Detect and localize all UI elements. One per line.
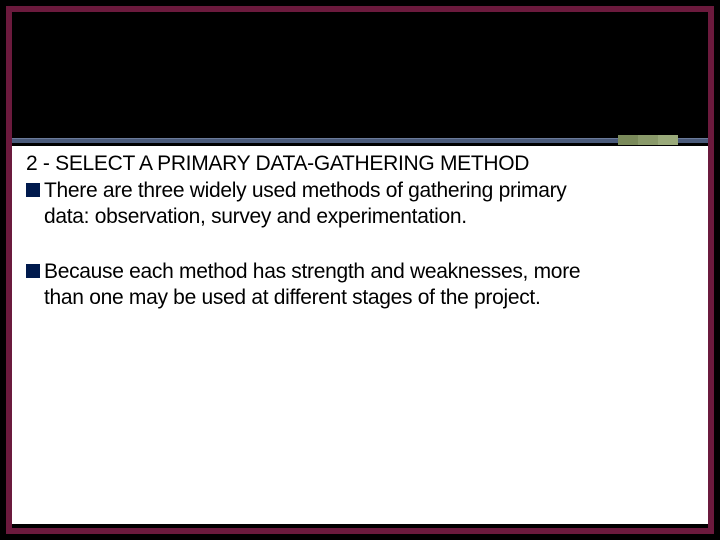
slide-heading: 2 - SELECT A PRIMARY DATA-GATHERING METH… bbox=[26, 152, 694, 176]
bullet-square-icon bbox=[26, 264, 40, 278]
bar-accent bbox=[618, 135, 678, 145]
separator-bar bbox=[12, 138, 708, 146]
header-space bbox=[12, 12, 708, 138]
accent-segment bbox=[618, 135, 638, 145]
bullet-square-icon bbox=[26, 183, 40, 197]
bullet-text: Because each method has strength and wea… bbox=[44, 259, 580, 285]
bullet-item: Because each method has strength and wea… bbox=[26, 259, 694, 312]
accent-segment bbox=[638, 135, 658, 145]
bullet-text: There are three widely used methods of g… bbox=[44, 178, 566, 204]
slide-inner: 2 - SELECT A PRIMARY DATA-GATHERING METH… bbox=[12, 12, 708, 528]
bullet-continuation: data: observation, survey and experiment… bbox=[44, 204, 694, 230]
bullet-continuation: than one may be used at different stages… bbox=[44, 285, 694, 311]
bar-line bbox=[12, 138, 708, 143]
accent-segment bbox=[658, 135, 678, 145]
content-area: 2 - SELECT A PRIMARY DATA-GATHERING METH… bbox=[12, 146, 708, 524]
bullet-item: There are three widely used methods of g… bbox=[26, 178, 694, 231]
slide-outer-frame: 2 - SELECT A PRIMARY DATA-GATHERING METH… bbox=[0, 0, 720, 540]
slide-border: 2 - SELECT A PRIMARY DATA-GATHERING METH… bbox=[6, 6, 714, 534]
